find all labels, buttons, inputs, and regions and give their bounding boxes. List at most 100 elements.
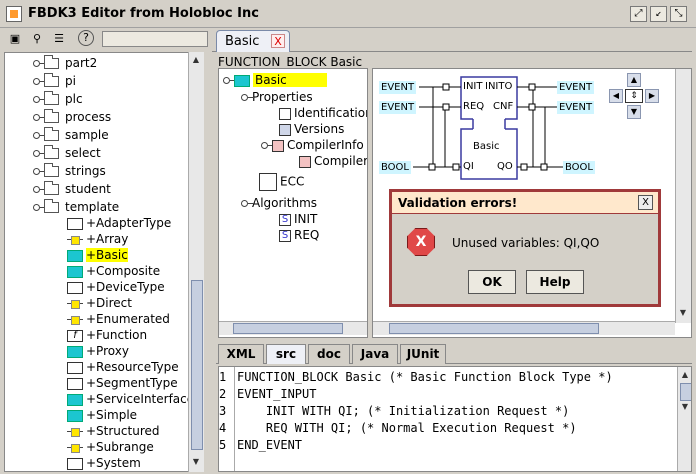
tree-folder-part2[interactable]: part2 (33, 55, 97, 71)
outline-compilerinfo[interactable]: CompilerInfo (261, 137, 364, 153)
ok-button[interactable]: OK (468, 270, 516, 294)
line-number: 5 (219, 438, 227, 452)
scroll-up-icon[interactable]: ▲ (190, 54, 202, 66)
port-inito: INITO (485, 81, 513, 92)
expand-key-icon[interactable] (33, 78, 46, 85)
help-icon[interactable]: ? (78, 30, 94, 46)
expand-key-icon[interactable] (241, 94, 254, 101)
expand-key-icon[interactable] (33, 168, 46, 175)
restore-icon[interactable]: ⤢ (630, 6, 647, 22)
template-item[interactable]: +Basic (67, 247, 128, 263)
diagram-vscroll[interactable]: ▼ (675, 69, 691, 323)
outline-hscroll[interactable] (219, 321, 367, 335)
folder-icon (44, 91, 59, 105)
search-input[interactable] (102, 31, 208, 47)
tab-junit[interactable]: JUnit (400, 344, 446, 364)
template-item-label: +Proxy (86, 344, 129, 358)
template-item[interactable]: +Direct (67, 295, 132, 311)
template-item[interactable]: +AdapterType (67, 215, 171, 231)
tab-src[interactable]: src (266, 344, 306, 364)
pan-down-icon[interactable]: ▼ (627, 105, 641, 119)
dialog-close-button[interactable]: X (638, 195, 653, 210)
input-event-1[interactable]: EVENT (379, 81, 417, 94)
output-event-1[interactable]: EVENT (557, 81, 595, 94)
scroll-down-icon[interactable]: ▼ (190, 456, 202, 468)
template-item[interactable]: f +Function (67, 327, 147, 343)
expand-key-icon[interactable] (33, 204, 46, 211)
output-event-2[interactable]: EVENT (557, 101, 595, 114)
binoculars-icon[interactable]: ⚲ (28, 30, 46, 48)
block-neck (473, 117, 505, 131)
template-item[interactable]: +Proxy (67, 343, 129, 359)
maximize-icon[interactable]: ⤡ (670, 6, 687, 22)
scroll-down-icon[interactable]: ▼ (677, 307, 689, 319)
output-data-type[interactable]: BOOL (563, 161, 595, 174)
expand-key-icon[interactable] (223, 77, 236, 84)
pan-up-icon[interactable]: ▲ (627, 73, 641, 87)
outline-versions[interactable]: Versions (279, 121, 344, 137)
tree-folder-sample[interactable]: sample (33, 127, 109, 143)
expand-key-icon[interactable] (33, 60, 46, 67)
outline-init[interactable]: S INIT (279, 211, 317, 227)
template-item[interactable]: +Composite (67, 263, 160, 279)
expand-key-icon[interactable] (33, 186, 46, 193)
outline-ecc[interactable]: ECC (259, 173, 304, 191)
outline-properties[interactable]: Properties (241, 89, 313, 105)
tab-close-button[interactable]: X (271, 34, 285, 48)
scroll-down-icon[interactable]: ▼ (679, 401, 691, 413)
expand-key-icon[interactable] (33, 150, 46, 157)
outline-algorithms[interactable]: Algorithms (241, 195, 317, 211)
tree-folder-select[interactable]: select (33, 145, 101, 161)
outline-identification[interactable]: Identification (279, 105, 367, 121)
minimize-icon[interactable]: ↙ (650, 6, 667, 22)
expand-key-icon[interactable] (33, 132, 46, 139)
tab-basic[interactable]: Basic X (216, 30, 290, 52)
template-item[interactable]: +Array (67, 231, 128, 247)
tab-doc[interactable]: doc (308, 344, 350, 364)
tab-java[interactable]: Java (352, 344, 398, 364)
template-item[interactable]: +Structured (67, 423, 160, 439)
tree-folder-plc[interactable]: plc (33, 91, 83, 107)
tree-folder-strings[interactable]: strings (33, 163, 106, 179)
tree-folder-template[interactable]: template (33, 199, 119, 215)
outline-compiler[interactable]: Compiler (299, 153, 367, 169)
list-view-icon[interactable]: ☰ (50, 30, 68, 48)
scroll-thumb[interactable] (191, 280, 203, 450)
template-item[interactable]: +Subrange (67, 439, 154, 455)
tree-folder-pi[interactable]: pi (33, 73, 76, 89)
fit-view-icon[interactable]: ⇕ (625, 89, 643, 103)
tree-folder-process[interactable]: process (33, 109, 111, 125)
source-editor[interactable]: 1 FUNCTION_BLOCK Basic (* Basic Function … (218, 366, 692, 472)
outline-root[interactable]: Basic (223, 72, 327, 88)
pan-right-icon[interactable]: ▶ (645, 89, 659, 103)
code-vscroll[interactable]: ▲ ▼ (677, 367, 691, 471)
expand-key-icon[interactable] (241, 200, 254, 207)
input-event-2[interactable]: EVENT (379, 101, 417, 114)
expand-key-icon[interactable] (33, 96, 46, 103)
template-item[interactable]: +SegmentType (67, 375, 178, 391)
save-icon[interactable]: ▣ (6, 30, 24, 48)
port-qi: QI (463, 161, 474, 172)
template-item[interactable]: +ResourceType (67, 359, 179, 375)
input-data-type[interactable]: BOOL (379, 161, 411, 174)
editor-tab-strip: Basic X (212, 30, 692, 52)
template-item[interactable]: +Simple (67, 407, 137, 423)
template-item[interactable]: +ServiceInterface (67, 391, 194, 407)
tab-xml[interactable]: XML (218, 344, 264, 364)
scroll-up-icon[interactable]: ▲ (679, 369, 691, 381)
template-item-label: +System (86, 456, 141, 470)
scroll-thumb[interactable] (680, 383, 691, 401)
expand-key-icon[interactable] (261, 142, 274, 149)
help-button[interactable]: Help (526, 270, 584, 294)
template-item[interactable]: +Enumerated (67, 311, 170, 327)
outline-req[interactable]: S REQ (279, 227, 319, 243)
tree-scrollbar[interactable]: ▲ ▼ (188, 52, 204, 472)
expand-key-icon[interactable] (33, 114, 46, 121)
scroll-thumb[interactable] (389, 323, 599, 334)
scroll-thumb[interactable] (233, 323, 343, 334)
template-item[interactable]: +System (67, 455, 141, 471)
tree-folder-student[interactable]: student (33, 181, 111, 197)
template-item[interactable]: +DeviceType (67, 279, 165, 295)
diagram-hscroll[interactable] (373, 321, 675, 335)
pan-left-icon[interactable]: ◀ (609, 89, 623, 103)
